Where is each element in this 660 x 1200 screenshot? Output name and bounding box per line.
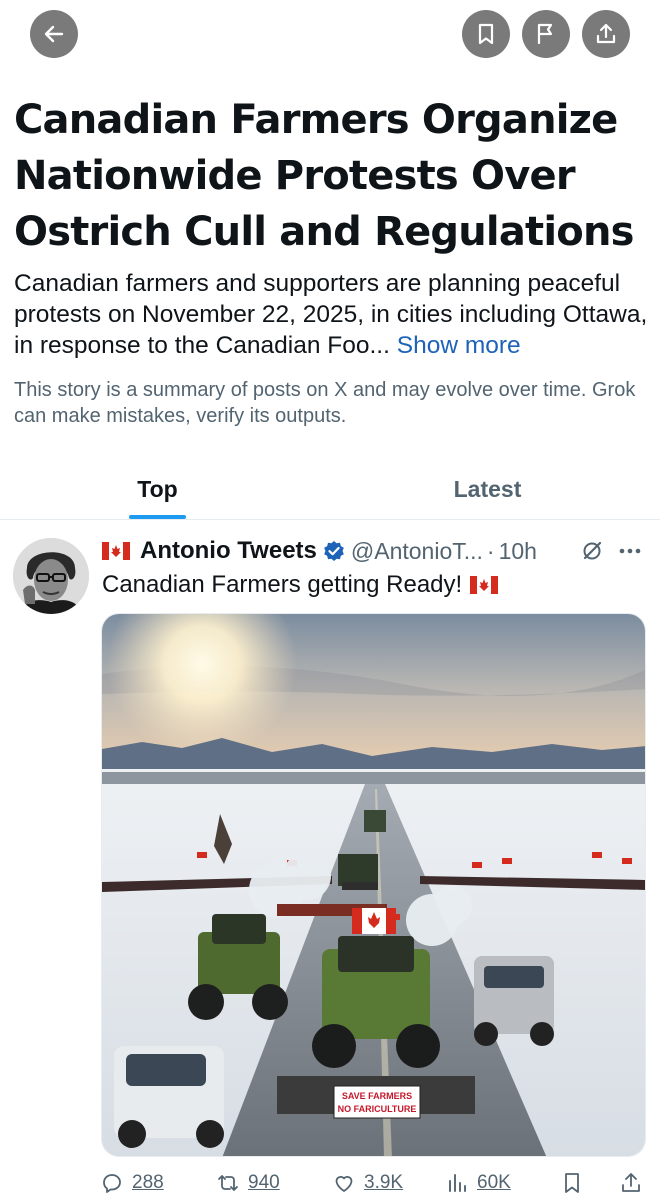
post-action-bar: 288 940 3.9K 60K	[100, 1168, 650, 1198]
back-button[interactable]	[30, 10, 78, 58]
arrow-left-icon	[44, 25, 64, 43]
reply-count: 288	[132, 1172, 164, 1193]
story-title: Canadian Farmers Organize Nationwide Pro…	[14, 97, 634, 255]
grok-icon[interactable]	[581, 540, 603, 562]
tab-latest[interactable]: Latest	[330, 458, 645, 520]
more-options-icon[interactable]	[618, 540, 642, 562]
sign-line-1: SAVE FARMERS	[342, 1091, 412, 1101]
view-count: 60K	[477, 1172, 511, 1193]
like-button[interactable]: 3.9K	[332, 1168, 403, 1198]
heart-icon	[335, 1176, 353, 1192]
share-button[interactable]	[582, 10, 630, 58]
author-handle[interactable]: @AntonioT...	[351, 538, 483, 565]
story-summary-text: Canadian farmers and supporters are plan…	[14, 270, 648, 359]
post-text-content: Canadian Farmers getting Ready!	[102, 571, 463, 598]
report-button[interactable]	[522, 10, 570, 58]
reply-icon	[103, 1174, 121, 1193]
tab-top[interactable]: Top	[0, 458, 315, 520]
meta-separator: ·	[486, 537, 495, 564]
tab-bar: Top Latest	[0, 458, 660, 520]
flag-icon	[537, 23, 553, 45]
verified-badge-icon	[324, 541, 344, 561]
views-chart-icon	[449, 1174, 466, 1192]
repost-icon	[218, 1175, 238, 1191]
post-text: Canadian Farmers getting Ready!	[102, 570, 499, 600]
post-header: Antonio Tweets @AntonioT... · 10h	[102, 536, 650, 566]
story-disclaimer: This story is a summary of posts on X an…	[14, 379, 636, 427]
sign-line-2: NO FARICULTURE	[338, 1104, 417, 1114]
tractor-convoy-photo: SAVE FARMERS NO FARICULTURE	[102, 614, 645, 1156]
post-timestamp[interactable]: 10h	[499, 538, 537, 565]
share-icon	[596, 23, 616, 44]
avatar[interactable]	[13, 538, 89, 614]
like-count: 3.9K	[364, 1172, 404, 1193]
show-more-link[interactable]: Show more	[397, 332, 521, 359]
post-media-image[interactable]: SAVE FARMERS NO FARICULTURE	[101, 613, 646, 1157]
reply-button[interactable]: 288	[100, 1168, 164, 1198]
bookmark-icon	[565, 1173, 579, 1193]
share-post-button[interactable]	[619, 1168, 643, 1198]
active-tab-indicator	[129, 515, 186, 519]
canada-flag-icon	[470, 576, 499, 594]
share-icon	[622, 1173, 640, 1192]
repost-count: 940	[248, 1172, 280, 1193]
canada-flag-icon	[102, 542, 130, 560]
top-bar	[0, 0, 660, 70]
repost-button[interactable]: 940	[216, 1168, 280, 1198]
avatar-image	[13, 538, 89, 614]
story-summary: Canadian farmers and supporters are plan…	[14, 268, 648, 361]
bookmark-button[interactable]	[462, 10, 510, 58]
bookmark-icon	[478, 23, 494, 45]
bookmark-post-button[interactable]	[560, 1168, 584, 1198]
author-name[interactable]: Antonio Tweets	[140, 537, 317, 565]
views-button[interactable]: 60K	[445, 1168, 511, 1198]
